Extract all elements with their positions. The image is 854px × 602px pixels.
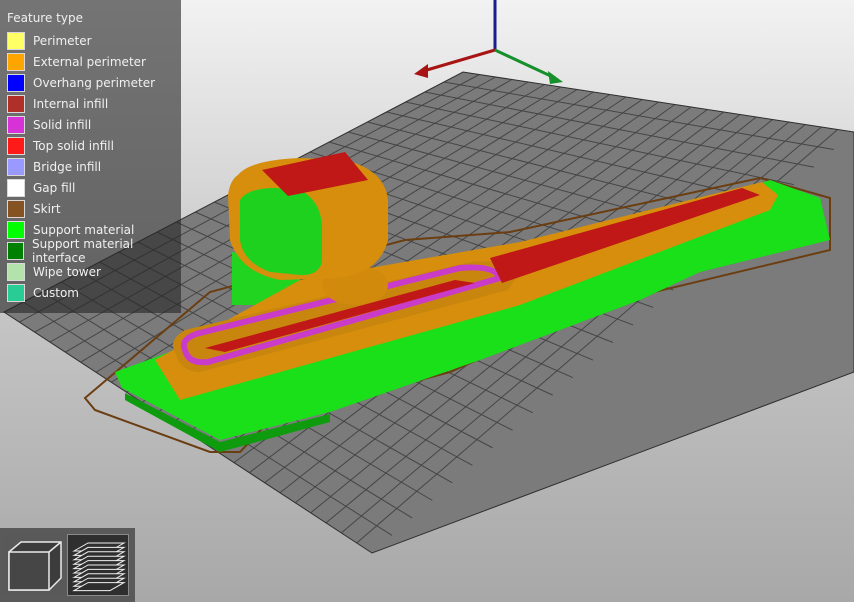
legend-item: Custom <box>7 284 79 302</box>
legend-item: Internal infill <box>7 95 108 113</box>
legend-label: Support material <box>33 223 135 237</box>
legend-label: Gap fill <box>33 181 76 195</box>
legend-swatch <box>7 158 25 176</box>
legend-label: Perimeter <box>33 34 92 48</box>
legend-label: Internal infill <box>33 97 109 111</box>
x-axis <box>419 48 496 74</box>
legend-label: Wipe tower <box>33 265 101 279</box>
legend-item: Top solid infill <box>7 137 114 155</box>
legend-title: Feature type <box>7 11 83 25</box>
legend-label: Bridge infill <box>33 160 102 174</box>
layers-icon <box>72 542 126 592</box>
legend-swatch <box>7 32 25 50</box>
view-3d-button[interactable] <box>3 534 65 596</box>
ring-inner <box>240 188 322 276</box>
legend-swatch <box>7 179 25 197</box>
legend-label: Overhang perimeter <box>33 76 156 90</box>
legend-item: Solid infill <box>7 116 91 134</box>
legend-swatch <box>7 284 25 302</box>
legend-item: Skirt <box>7 200 61 218</box>
legend-swatch <box>7 137 25 155</box>
legend-label: Support material interface <box>32 237 134 265</box>
legend-item: External perimeter <box>7 53 146 71</box>
legend-item: Overhang perimeter <box>7 74 155 92</box>
view-toolbar <box>0 528 135 602</box>
legend-item: Bridge infill <box>7 158 101 176</box>
legend-label: Top solid infill <box>33 139 114 153</box>
legend-label: Solid infill <box>33 118 92 132</box>
legend-swatch <box>7 116 25 134</box>
legend-swatch <box>7 95 25 113</box>
cube-icon <box>8 541 62 591</box>
legend-item: Support material interface <box>7 237 181 265</box>
legend-item: Gap fill <box>7 179 75 197</box>
legend-label: External perimeter <box>33 55 146 69</box>
legend-item: Perimeter <box>7 32 92 50</box>
legend-item: Wipe tower <box>7 263 101 281</box>
legend-swatch <box>7 221 25 239</box>
feature-type-legend: Feature type Perimeter External perimeter… <box>0 0 181 313</box>
legend-label: Custom <box>33 286 79 300</box>
legend-swatch <box>7 53 25 71</box>
legend-swatch <box>7 242 25 260</box>
legend-label: Skirt <box>33 202 61 216</box>
legend-swatch <box>7 200 25 218</box>
layers-view-button[interactable] <box>67 534 129 596</box>
y-axis <box>494 48 556 80</box>
legend-swatch <box>7 74 25 92</box>
legend-swatch <box>7 263 25 281</box>
